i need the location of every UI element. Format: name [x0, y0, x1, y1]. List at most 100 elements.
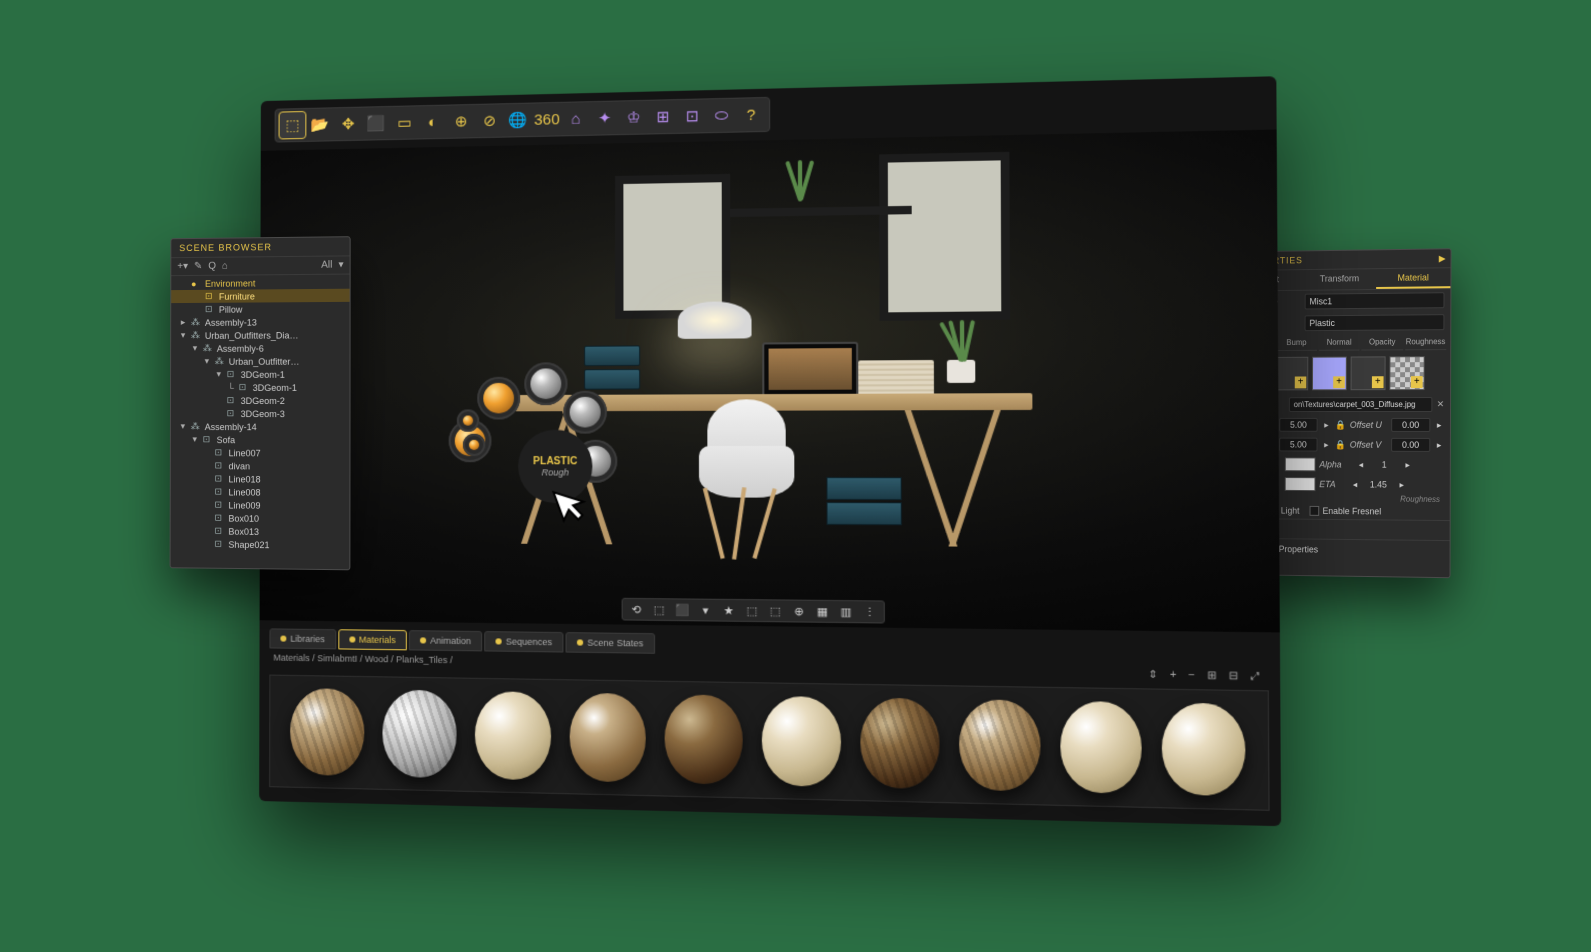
offset-u-input[interactable]: 0.00: [1391, 418, 1430, 432]
tree-item[interactable]: ⊡divan: [171, 459, 350, 473]
eta-inc[interactable]: ▸: [1397, 479, 1407, 490]
toolbar-button-2[interactable]: ✥: [335, 111, 361, 138]
toolbar-button-3[interactable]: ⬛: [363, 110, 389, 137]
tree-item[interactable]: ⊡3DGeom-3: [171, 407, 350, 420]
material-thumb[interactable]: [290, 688, 364, 776]
sb-edit-icon[interactable]: ✎: [194, 261, 202, 272]
tab-libraries[interactable]: Libraries: [269, 628, 335, 649]
offset-v-stepper[interactable]: ▸: [1434, 439, 1444, 450]
tree-item[interactable]: └⊡3DGeom-1: [171, 381, 350, 394]
viewport-tool-10[interactable]: ⋮: [858, 601, 882, 622]
tree-twisty-icon[interactable]: ▸: [179, 317, 187, 328]
sb-filter[interactable]: All: [321, 260, 332, 271]
alpha-dec[interactable]: ◂: [1356, 459, 1366, 470]
panel-collapse-icon[interactable]: ▶: [1439, 253, 1447, 264]
toolbar-button-11[interactable]: ✦: [591, 105, 618, 132]
tree-item[interactable]: ⊡Line009: [171, 498, 350, 512]
map-tab-bump[interactable]: Bump: [1276, 336, 1317, 351]
normal-swatch[interactable]: +: [1312, 357, 1347, 391]
viewport-3d[interactable]: PLASTIC Rough: [260, 129, 1280, 632]
toolbar-button-7[interactable]: ⊘: [476, 107, 503, 134]
tree-item[interactable]: ⊡Pillow: [171, 302, 349, 316]
viewport-tool-6[interactable]: ⬚: [764, 600, 787, 621]
toolbar-button-14[interactable]: ⊡: [679, 102, 706, 129]
material-thumb[interactable]: [762, 696, 841, 787]
tree-item[interactable]: ▾⁂Assembly-6: [171, 341, 349, 355]
viewport-tool-7[interactable]: ⊕: [787, 601, 811, 622]
toolbar-button-10[interactable]: ⌂: [562, 105, 589, 132]
tree-twisty-icon[interactable]: ▾: [215, 369, 223, 380]
tree-item[interactable]: ▾⊡3DGeom-1: [171, 368, 349, 381]
map-tab-opacity[interactable]: Opacity: [1362, 335, 1403, 350]
tab-sequences[interactable]: Sequences: [484, 631, 563, 652]
enable-fresnel-checkbox[interactable]: [1309, 506, 1319, 516]
material-thumb[interactable]: [382, 689, 457, 778]
radial-option-gold[interactable]: [477, 377, 520, 420]
bump-swatch[interactable]: +: [1274, 357, 1309, 391]
toolbar-button-9[interactable]: 360: [534, 106, 561, 133]
tree-item[interactable]: ⊡Line018: [171, 472, 350, 486]
radial-option-chrome[interactable]: [563, 391, 607, 434]
material-breadcrumb[interactable]: Materials / SimlabmtI / Wood / Planks_Ti…: [273, 653, 452, 666]
tree-twisty-icon[interactable]: ▾: [191, 434, 199, 445]
toolbar-button-12[interactable]: ♔: [620, 104, 647, 131]
toolbar-button-13[interactable]: ⊞: [649, 103, 676, 130]
viewport-tool-2[interactable]: ⬛: [671, 599, 694, 620]
tree-item[interactable]: ▾⁂Urban_Outfitters_Dia…: [171, 328, 349, 342]
tree-item[interactable]: ▾⁂Urban_Outfitter…: [171, 354, 349, 368]
tree-item[interactable]: ⊡Line007: [171, 446, 350, 460]
sb-add-icon[interactable]: +▾: [177, 261, 188, 272]
tree-item[interactable]: ⊡3DGeom-2: [171, 394, 350, 407]
sb-filter-chevron-icon[interactable]: ▾: [338, 259, 343, 270]
eta-value[interactable]: 1.45: [1362, 480, 1395, 490]
tree-item[interactable]: ⊡Furniture: [171, 289, 349, 303]
map-tab-roughness[interactable]: Roughness: [1405, 335, 1447, 350]
strip-tool-icons[interactable]: ⇕ + − ⊞ ⊟ ⤢: [1148, 669, 1264, 683]
sb-search-icon[interactable]: Q: [208, 261, 216, 272]
viewport-tool-5[interactable]: ⬚: [740, 600, 763, 621]
tab-animation[interactable]: Animation: [409, 630, 482, 651]
tree-twisty-icon[interactable]: ▾: [179, 421, 187, 432]
material-thumb[interactable]: [665, 694, 743, 785]
opacity-swatch[interactable]: +: [1351, 356, 1386, 390]
viewport-tool-3[interactable]: ▾: [694, 600, 717, 621]
type-select[interactable]: Plastic: [1305, 314, 1445, 331]
lock-u-icon[interactable]: 🔒: [1335, 419, 1346, 430]
toolbar-button-1[interactable]: 📂: [307, 111, 333, 138]
lock-v-icon[interactable]: 🔒: [1335, 439, 1346, 450]
color-chip[interactable]: [1285, 457, 1316, 471]
scale-u-input[interactable]: 5.00: [1279, 418, 1318, 432]
tree-item[interactable]: ▸⁂Assembly-13: [171, 315, 349, 329]
toolbar-button-0[interactable]: ⬚: [280, 112, 306, 138]
toolbar-button-4[interactable]: ▭: [391, 109, 417, 136]
toolbar-button-5[interactable]: ◐: [420, 109, 446, 136]
tree-item[interactable]: ⊡Line008: [171, 485, 350, 499]
prop-tab-material[interactable]: Material: [1376, 268, 1450, 289]
tree-twisty-icon[interactable]: ▾: [203, 356, 211, 367]
map-tab-normal[interactable]: Normal: [1319, 336, 1360, 351]
tree-item[interactable]: ⊡Shape021: [171, 537, 350, 552]
scale-v-input[interactable]: 5.00: [1279, 438, 1318, 452]
toolbar-button-16[interactable]: ?: [737, 101, 765, 128]
material-strip[interactable]: [269, 675, 1269, 811]
material-thumb[interactable]: [860, 697, 940, 789]
tree-item[interactable]: ▾⊡Sofa: [171, 433, 350, 447]
viewport-tool-9[interactable]: ▥: [834, 601, 858, 622]
roughness-swatch[interactable]: +: [1389, 356, 1424, 390]
material-thumb[interactable]: [475, 691, 551, 780]
clear-file-icon[interactable]: ✕: [1437, 399, 1444, 410]
viewport-tool-4[interactable]: ★: [717, 600, 740, 621]
toolbar-button-6[interactable]: ⊕: [448, 108, 474, 135]
tab-materials[interactable]: Materials: [338, 629, 407, 650]
tree-twisty-icon[interactable]: └: [227, 382, 235, 392]
tab-scene-states[interactable]: Scene States: [566, 632, 655, 654]
scene-browser-title-bar[interactable]: Scene Browser: [171, 237, 349, 258]
scale-u-stepper[interactable]: ▸: [1322, 419, 1332, 430]
material-thumb[interactable]: [959, 699, 1040, 792]
alpha-value[interactable]: 1: [1368, 460, 1401, 470]
radial-option-glass[interactable]: [524, 362, 567, 405]
offset-v-input[interactable]: 0.00: [1391, 438, 1430, 452]
alpha-inc[interactable]: ▸: [1403, 459, 1413, 470]
eta-dec[interactable]: ◂: [1350, 479, 1360, 490]
scale-v-stepper[interactable]: ▸: [1321, 439, 1331, 450]
